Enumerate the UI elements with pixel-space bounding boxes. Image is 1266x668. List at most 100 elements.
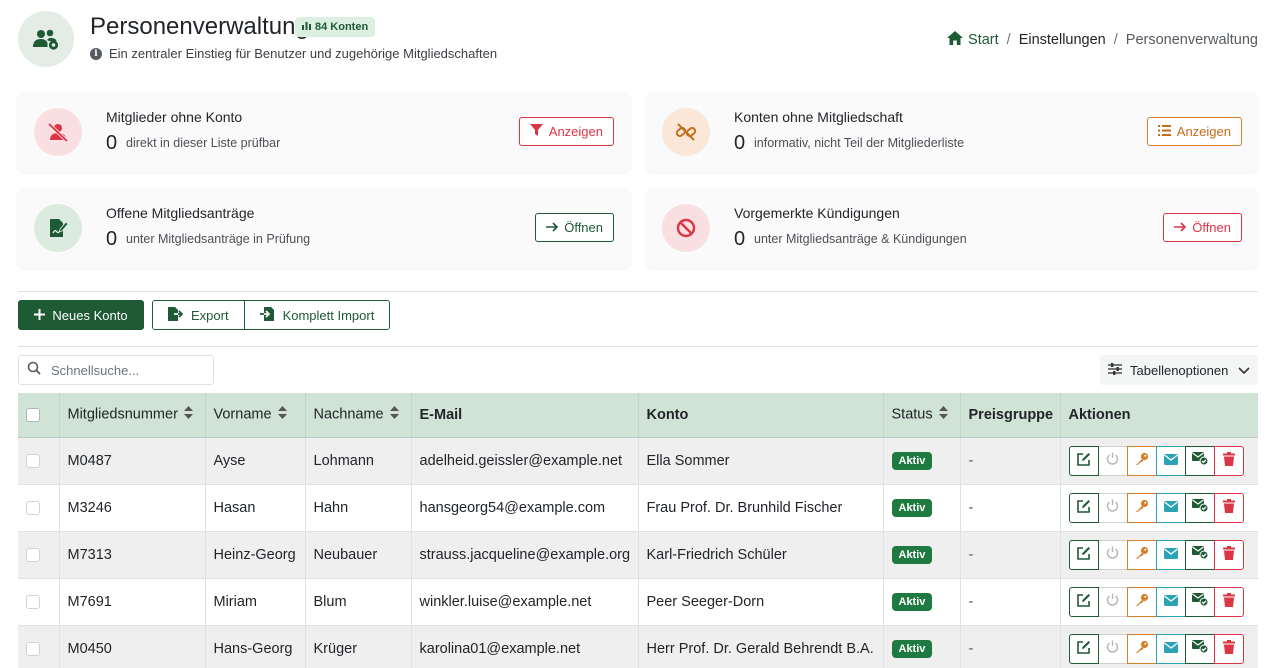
page-title: Personenverwaltung [90, 13, 309, 40]
delete-button[interactable] [1213, 445, 1244, 476]
edit-button[interactable] [1068, 445, 1099, 476]
file-signature-icon [34, 204, 82, 252]
delete-button[interactable] [1213, 633, 1244, 664]
send-email-button[interactable] [1155, 539, 1186, 570]
card-description: informativ, nicht Teil der Mitgliederlis… [754, 136, 965, 150]
column-header-last-name[interactable]: Nachname [305, 393, 412, 438]
reset-password-button[interactable] [1126, 633, 1157, 664]
envelope-check-icon [1191, 640, 1208, 657]
row-checkbox[interactable] [26, 547, 40, 562]
show-members-without-account-button[interactable]: Anzeigen [518, 117, 614, 146]
send-email-button[interactable] [1155, 492, 1186, 523]
breadcrumb: Start / Einstellungen / Personenverwaltu… [947, 31, 1258, 49]
open-applications-button[interactable]: Öffnen [535, 213, 614, 242]
info-icon: i [90, 47, 102, 60]
new-account-button[interactable]: Neues Konto [18, 300, 144, 330]
divider [18, 346, 1258, 347]
send-invitation-button[interactable] [1184, 539, 1215, 570]
toggle-active-button[interactable] [1097, 586, 1128, 617]
column-header-status[interactable]: Status [883, 393, 961, 438]
breadcrumb-home-label: Start [968, 32, 999, 48]
search-input[interactable] [51, 362, 201, 378]
last-name-cell: Lohmann [305, 437, 412, 484]
envelope-check-icon [1191, 593, 1208, 610]
email-cell: adelheid.geissler@example.net [411, 437, 639, 484]
delete-button[interactable] [1213, 586, 1244, 617]
edit-button[interactable] [1068, 539, 1099, 570]
status-badge: Aktiv [891, 592, 933, 611]
button-label: Öffnen [1192, 220, 1231, 235]
delete-button[interactable] [1213, 539, 1244, 570]
row-checkbox[interactable] [26, 453, 40, 468]
accounts-table: Mitgliedsnummer Vorname Nachname E-Mail … [18, 393, 1258, 668]
first-name-cell: Ayse [205, 437, 306, 484]
card-count: 0 [106, 228, 118, 250]
plus-icon [34, 308, 46, 323]
column-header-member-number[interactable]: Mitgliedsnummer [59, 393, 206, 438]
reset-password-button[interactable] [1126, 586, 1157, 617]
users-gear-icon [18, 11, 74, 67]
breadcrumb-home-link[interactable]: Start [947, 31, 999, 49]
row-checkbox[interactable] [26, 594, 40, 609]
quick-search [18, 355, 214, 385]
sliders-icon [1108, 362, 1122, 378]
user-slash-icon [34, 108, 82, 156]
card-title: Offene Mitgliedsanträge [106, 205, 255, 221]
show-accounts-without-membership-button[interactable]: Anzeigen [1146, 117, 1242, 146]
delete-button[interactable] [1213, 492, 1244, 523]
toggle-active-button[interactable] [1097, 539, 1128, 570]
send-invitation-button[interactable] [1184, 586, 1215, 617]
trash-icon [1222, 451, 1235, 470]
price-group-cell: - [960, 625, 1061, 668]
breadcrumb-settings-link[interactable]: Einstellungen [1019, 32, 1106, 48]
chart-bar-icon [302, 21, 311, 33]
reset-password-button[interactable] [1126, 445, 1157, 476]
reset-password-button[interactable] [1126, 492, 1157, 523]
edit-button[interactable] [1068, 492, 1099, 523]
card-count: 0 [734, 228, 746, 250]
table-row: M7313 Heinz-Georg Neubauer strauss.jacqu… [18, 531, 1258, 578]
envelope-icon [1163, 500, 1178, 516]
edit-button[interactable] [1068, 586, 1099, 617]
account-cell: Ella Sommer [638, 437, 884, 484]
open-cancellations-button[interactable]: Öffnen [1163, 213, 1242, 242]
complete-import-button[interactable]: Komplett Import [243, 301, 390, 329]
column-header-actions: Aktionen [1060, 393, 1258, 438]
first-name-cell: Heinz-Georg [205, 531, 306, 578]
row-checkbox[interactable] [26, 500, 40, 515]
table-options-dropdown[interactable]: Tabellenoptionen [1100, 355, 1258, 385]
reset-password-button[interactable] [1126, 539, 1157, 570]
email-cell: winkler.luise@example.net [411, 578, 639, 625]
actions-cell [1060, 437, 1258, 484]
status-cell: Aktiv [883, 484, 961, 531]
home-icon [947, 31, 964, 49]
key-icon [1135, 452, 1149, 470]
account-count-label: 84 Konten [315, 21, 369, 33]
arrow-right-icon [1174, 220, 1187, 235]
member-number-cell: M0450 [59, 625, 206, 668]
member-number-cell: M3246 [59, 484, 206, 531]
send-email-button[interactable] [1155, 586, 1186, 617]
toggle-active-button[interactable] [1097, 492, 1128, 523]
card-accounts-without-membership: Konten ohne Mitgliedschaft 0 informativ,… [646, 92, 1258, 172]
button-label: Neues Konto [52, 307, 128, 323]
status-badge: Aktiv [891, 451, 933, 470]
button-label: Anzeigen [548, 124, 603, 139]
row-checkbox[interactable] [26, 641, 40, 656]
chevron-down-icon [1238, 363, 1250, 378]
send-invitation-button[interactable] [1184, 492, 1215, 523]
status-cell: Aktiv [883, 625, 961, 668]
send-invitation-button[interactable] [1184, 633, 1215, 664]
send-invitation-button[interactable] [1184, 445, 1215, 476]
price-group-cell: - [960, 531, 1061, 578]
select-all-checkbox[interactable] [26, 407, 40, 422]
column-header-first-name[interactable]: Vorname [205, 393, 306, 438]
toggle-active-button[interactable] [1097, 445, 1128, 476]
send-email-button[interactable] [1155, 445, 1186, 476]
email-cell: strauss.jacqueline@example.org [411, 531, 639, 578]
edit-button[interactable] [1068, 633, 1099, 664]
export-button[interactable]: Export [153, 301, 244, 329]
button-label: Anzeigen [1176, 124, 1231, 139]
send-email-button[interactable] [1155, 633, 1186, 664]
toggle-active-button[interactable] [1097, 633, 1128, 664]
